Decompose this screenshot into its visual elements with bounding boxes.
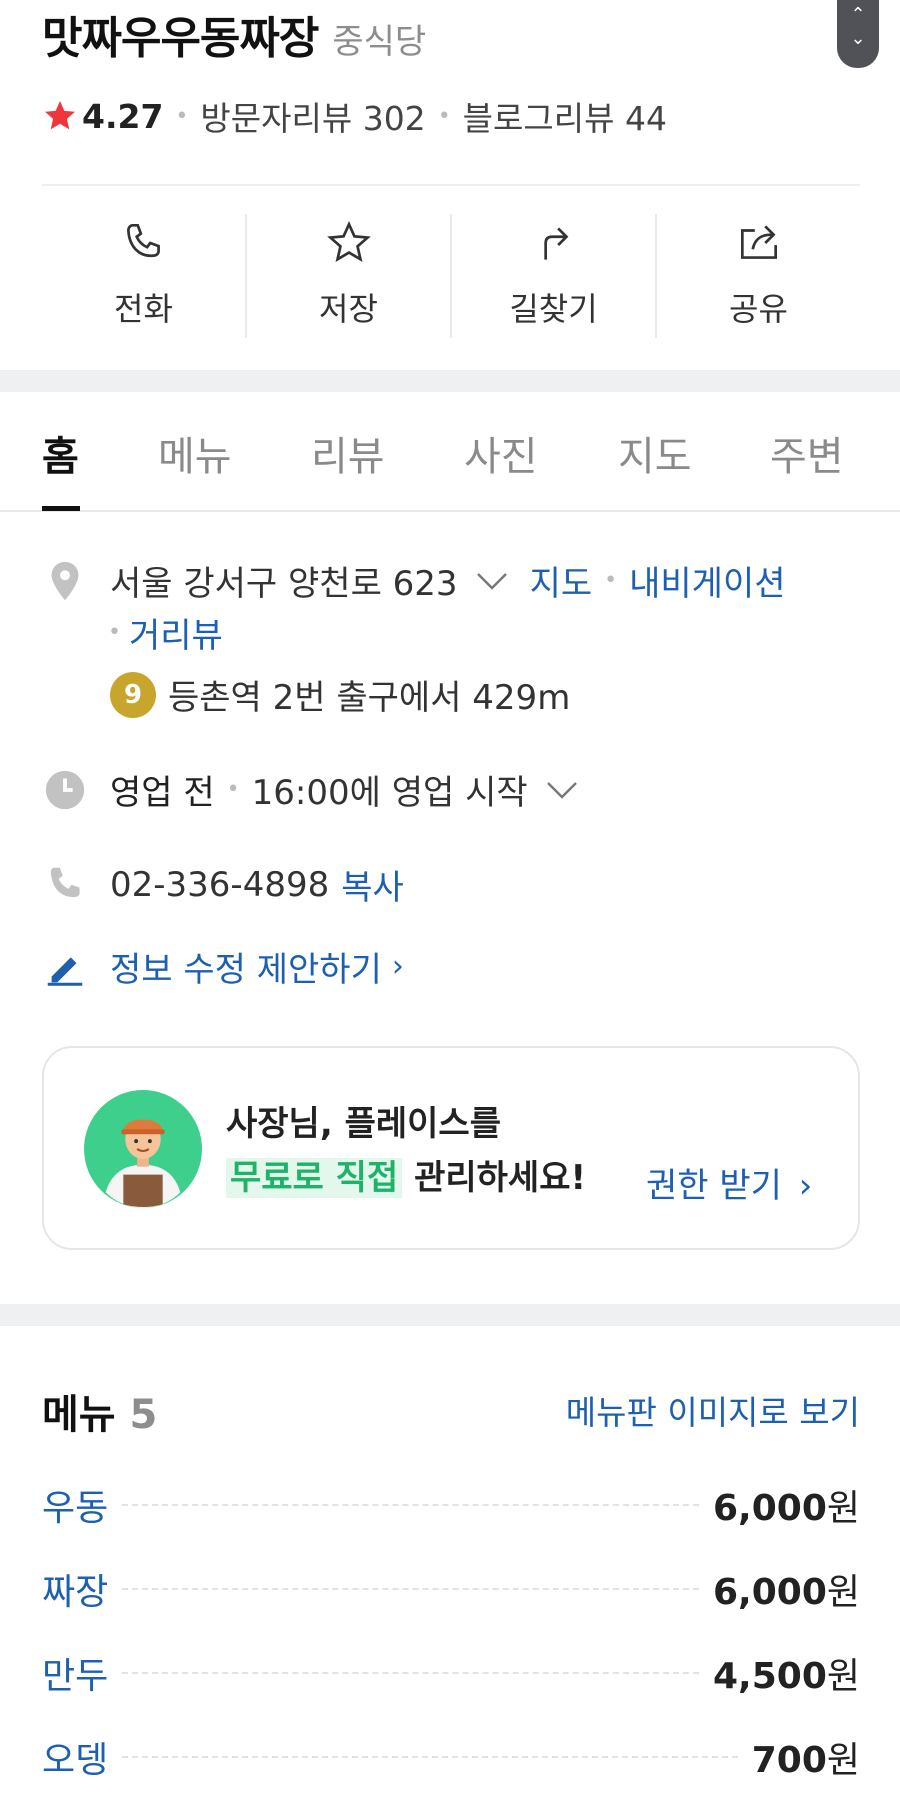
menu-section-title: 메뉴 5 [42,1382,157,1440]
suggest-edit-text: 정보 수정 제안하기 [110,950,382,990]
subway-text: 등촌역 2번 출구에서 429m [168,678,571,718]
menu-item[interactable]: 오뎅 700원 [42,1732,860,1782]
clock-icon [45,770,85,809]
tab-map[interactable]: 지도 [618,424,692,482]
owner-avatar [84,1090,202,1208]
promo-title: 사장님, 플레이스를 [226,1104,501,1144]
phone-number: 02-336-4898 [110,864,330,905]
save-label: 저장 [319,290,378,328]
place-category: 중식당 [332,22,427,62]
chevron-right-icon: › [798,1166,813,1206]
chevron-down-icon: ⌄ [850,28,866,49]
hours-text: 16:00에 영업 시작 [251,773,528,813]
menu-item[interactable]: 만두 4,500원 [42,1648,860,1698]
blog-reviews-link[interactable]: 블로그리뷰 44 [463,92,667,140]
chevron-down-icon[interactable] [546,780,578,800]
chevron-down-icon[interactable] [476,571,508,591]
menu-image-link[interactable]: 메뉴판 이미지로 보기 [566,1386,860,1434]
location-pin-icon [51,561,79,600]
menu-item-name: 우동 [42,1488,109,1529]
pencil-icon [47,956,83,986]
share-button[interactable]: 공유 [657,214,860,338]
chevron-right-icon: › [391,949,404,984]
chevron-up-icon: ⌃ [850,4,866,25]
copy-phone-button[interactable]: 복사 [341,860,404,909]
tab-reviews[interactable]: 리뷰 [311,424,385,482]
subway-line-badge: 9 [110,671,156,718]
title-row: 맛짜우우동짜장 중식당 [42,2,426,64]
menu-item-price: 700원 [751,1740,860,1781]
action-bar: 전화 저장 길찾기 공유 [42,214,860,338]
active-tab-indicator [42,506,80,511]
suggest-edit-link[interactable]: 정보 수정 제안하기 › [42,942,404,991]
section-separator [0,370,900,392]
tab-menu[interactable]: 메뉴 [158,424,232,482]
tab-photos[interactable]: 사진 [464,424,538,482]
tab-nearby[interactable]: 주변 [770,424,844,482]
owner-promo-card[interactable]: 사장님, 플레이스를 무료로 직접 관리하세요! 권한 받기 › [42,1046,860,1250]
menu-count: 5 [129,1392,158,1438]
phone-icon [126,223,160,258]
street-view-link[interactable]: 거리뷰 [129,608,223,657]
phone-row: 02-336-4898 복사 [42,860,404,909]
street-view-row: • 거리뷰 [100,608,223,657]
hours-row[interactable]: 영업 전 • 16:00에 영업 시작 [42,765,578,814]
tab-home[interactable]: 홈 [42,424,79,482]
phone-icon [50,867,80,897]
promo-highlight: 무료로 직접 [226,1158,403,1198]
promo-subtitle: 무료로 직접 관리하세요! [226,1150,586,1199]
section-separator [0,1304,900,1326]
rating-row: 4.27 • 방문자리뷰 302 • 블로그리뷰 44 [42,92,667,140]
menu-item[interactable]: 우동 6,000원 [42,1480,860,1530]
menu-item-price: 4,500원 [713,1656,860,1697]
tab-bar: 홈 메뉴 리뷰 사진 지도 주변 [0,392,900,512]
menu-item[interactable]: 짜장 6,000원 [42,1564,860,1614]
call-label: 전화 [114,290,173,328]
share-icon [740,225,777,259]
menu-item-price: 6,000원 [713,1488,860,1529]
menu-item-name: 오뎅 [42,1740,109,1781]
directions-icon [543,227,568,260]
promo-subtitle-rest: 관리하세요! [402,1158,586,1198]
menu-item-price: 6,000원 [713,1572,860,1613]
star-filled-icon [45,101,75,130]
call-button[interactable]: 전화 [42,214,247,338]
hours-status: 영업 전 [110,773,215,813]
place-name: 맛짜우우동짜장 [42,13,319,64]
collapse-toggle-button[interactable]: ⌃ ⌄ [837,0,879,68]
subway-row: 9 등촌역 2번 출구에서 429m [110,670,570,719]
address-row: 서울 강서구 양천로 623 지도 • 내비게이션 [42,556,786,605]
menu-title: 메뉴 [42,1392,116,1438]
menu-item-name: 만두 [42,1656,109,1697]
save-button[interactable]: 저장 [247,214,452,338]
directions-button[interactable]: 길찾기 [452,214,657,338]
map-link[interactable]: 지도 [530,556,593,605]
directions-label: 길찾기 [509,290,598,328]
share-label: 공유 [729,290,788,328]
divider [42,184,860,186]
get-permission-text: 권한 받기 [646,1166,782,1206]
address-text: 서울 강서구 양천로 623 [110,564,458,604]
visitor-reviews-link[interactable]: 방문자리뷰 302 [200,92,425,140]
rating-score: 4.27 [82,96,164,136]
menu-item-name: 짜장 [42,1572,109,1613]
get-permission-link[interactable]: 권한 받기 › [646,1158,812,1207]
navigation-link[interactable]: 내비게이션 [629,556,785,605]
star-outline-icon [326,220,371,262]
